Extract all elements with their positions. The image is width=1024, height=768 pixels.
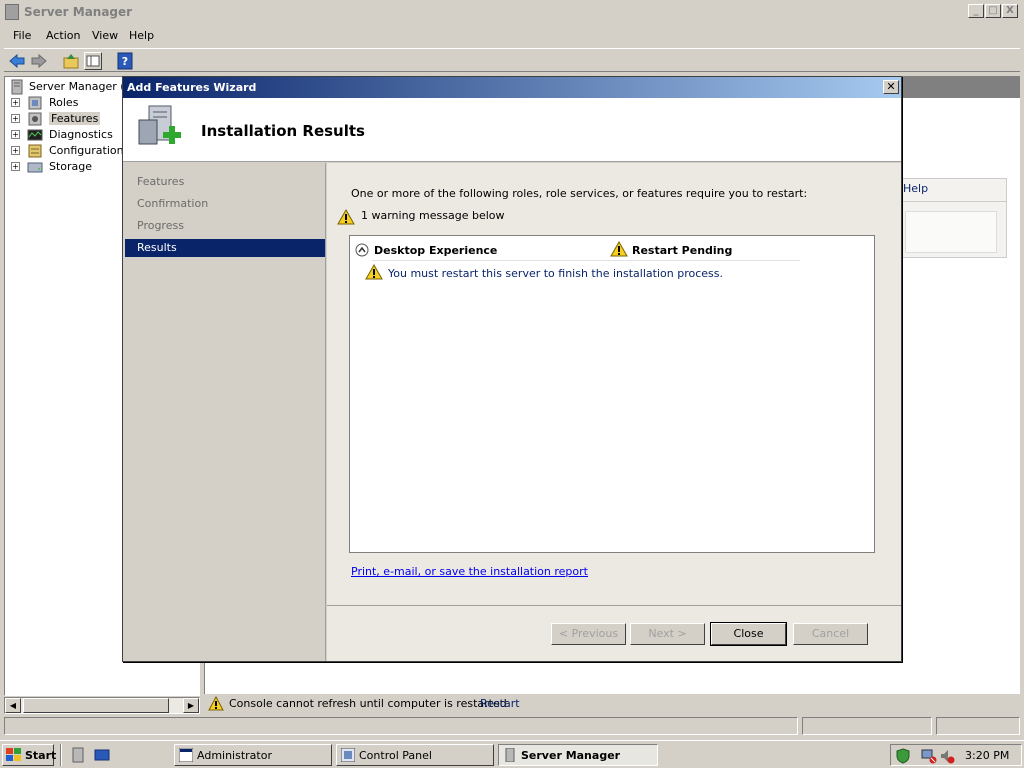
expand-icon[interactable]: + (11, 130, 20, 139)
wizard-close-icon[interactable]: ✕ (883, 80, 899, 94)
status-bar (4, 717, 1020, 735)
menu-file[interactable]: File (13, 29, 31, 42)
warning-icon (365, 263, 383, 283)
status-cell (936, 717, 1020, 735)
warning-icon (208, 695, 224, 714)
menu-bar: File Action View Help (0, 24, 1024, 46)
status-cell (4, 717, 798, 735)
warning-icon (610, 240, 628, 260)
close-button[interactable]: X (1002, 4, 1018, 18)
task-administrator[interactable]: Administrator (174, 744, 332, 766)
taskbar: Start Administrator Control Panel Server… (0, 740, 1024, 768)
scroll-right-arrow-icon[interactable]: ▶ (183, 698, 199, 713)
storage-icon (27, 159, 43, 175)
task-control-panel[interactable]: Control Panel (336, 744, 494, 766)
divider (372, 260, 800, 261)
restart-detail: You must restart this server to finish t… (388, 267, 723, 280)
start-button[interactable]: Start (2, 744, 56, 768)
cancel-button[interactable]: Cancel (793, 623, 868, 645)
restart-warning-bar: Console cannot refresh until computer is… (204, 694, 1020, 714)
expand-icon[interactable]: + (11, 98, 20, 107)
wizard-header: Installation Results (123, 98, 901, 162)
restart-link[interactable]: Restart (480, 697, 520, 710)
warning-icon (337, 208, 355, 228)
warning-count: 1 warning message below (361, 209, 505, 222)
security-shield-icon[interactable] (895, 748, 911, 767)
quicklaunch-server-manager-icon[interactable] (70, 747, 86, 766)
close-button[interactable]: Close (710, 622, 787, 646)
help-content-box (905, 211, 997, 253)
wizard-heading: Installation Results (201, 122, 365, 140)
quicklaunch-desktop-icon[interactable] (94, 747, 110, 766)
expand-icon[interactable]: + (11, 146, 20, 155)
wizard-content: One or more of the following roles, role… (327, 163, 901, 661)
previous-button[interactable]: < Previous (551, 623, 626, 645)
add-feature-icon (135, 104, 185, 159)
wizard-title-bar: Add Features Wizard ✕ (123, 77, 901, 98)
results-list: Desktop Experience Restart Pending You m… (349, 235, 875, 553)
step-features[interactable]: Features (125, 173, 325, 191)
step-confirmation[interactable]: Confirmation (125, 195, 325, 213)
volume-icon[interactable] (939, 748, 955, 767)
clock: 3:20 PM (965, 749, 1010, 762)
wizard-steps: Features Confirmation Progress Results (123, 163, 326, 661)
server-manager-icon (5, 4, 19, 20)
expand-icon[interactable]: + (11, 114, 20, 123)
diagnostics-icon (27, 127, 43, 143)
feature-status: Restart Pending (632, 244, 733, 257)
add-features-wizard-dialog: Add Features Wizard ✕ Installation Resul… (122, 76, 902, 662)
tree-horizontal-scrollbar[interactable]: ◀ ▶ (4, 697, 200, 714)
divider (327, 605, 901, 606)
report-link[interactable]: Print, e-mail, or save the installation … (351, 565, 588, 578)
features-icon (27, 111, 43, 127)
roles-icon (27, 95, 43, 111)
feature-name: Desktop Experience (374, 244, 498, 257)
back-arrow-icon[interactable] (8, 52, 26, 70)
windows-logo-icon (6, 748, 22, 768)
network-icon[interactable] (921, 748, 937, 767)
help-link[interactable]: Help (903, 182, 928, 195)
show-hide-tree-icon[interactable] (84, 52, 102, 70)
cmd-icon (178, 747, 194, 768)
window-title: Server Manager (24, 5, 133, 19)
menu-help[interactable]: Help (129, 29, 154, 42)
server-manager-icon (503, 747, 517, 768)
expand-icon[interactable]: + (11, 162, 20, 171)
restart-message: One or more of the following roles, role… (351, 187, 808, 200)
up-folder-icon[interactable] (62, 52, 80, 70)
system-tray: 3:20 PM (890, 744, 1022, 766)
window-title-bar: Server Manager _ □ X (0, 0, 1024, 24)
minimize-button[interactable]: _ (968, 4, 984, 18)
step-results[interactable]: Results (125, 239, 325, 257)
menu-action[interactable]: Action (46, 29, 80, 42)
task-server-manager[interactable]: Server Manager (498, 744, 658, 766)
server-icon (9, 79, 25, 95)
divider (901, 201, 1006, 202)
control-panel-icon (340, 747, 356, 768)
configuration-icon (27, 143, 43, 159)
forward-arrow-icon[interactable] (30, 52, 48, 70)
help-icon[interactable]: ? (116, 52, 134, 70)
divider (60, 744, 62, 766)
next-button[interactable]: Next > (630, 623, 705, 645)
help-panel: Help (900, 178, 1007, 258)
menu-view[interactable]: View (92, 29, 118, 42)
wizard-title: Add Features Wizard (127, 81, 257, 94)
maximize-button[interactable]: □ (985, 4, 1001, 18)
scroll-thumb[interactable] (23, 698, 169, 713)
svg-text:?: ? (122, 55, 128, 68)
step-progress[interactable]: Progress (125, 217, 325, 235)
restart-warning-text: Console cannot refresh until computer is… (229, 697, 507, 710)
scroll-left-arrow-icon[interactable]: ◀ (5, 698, 21, 713)
collapse-chevron-icon[interactable] (355, 243, 369, 260)
toolbar: ? (4, 48, 1020, 72)
status-cell (802, 717, 932, 735)
